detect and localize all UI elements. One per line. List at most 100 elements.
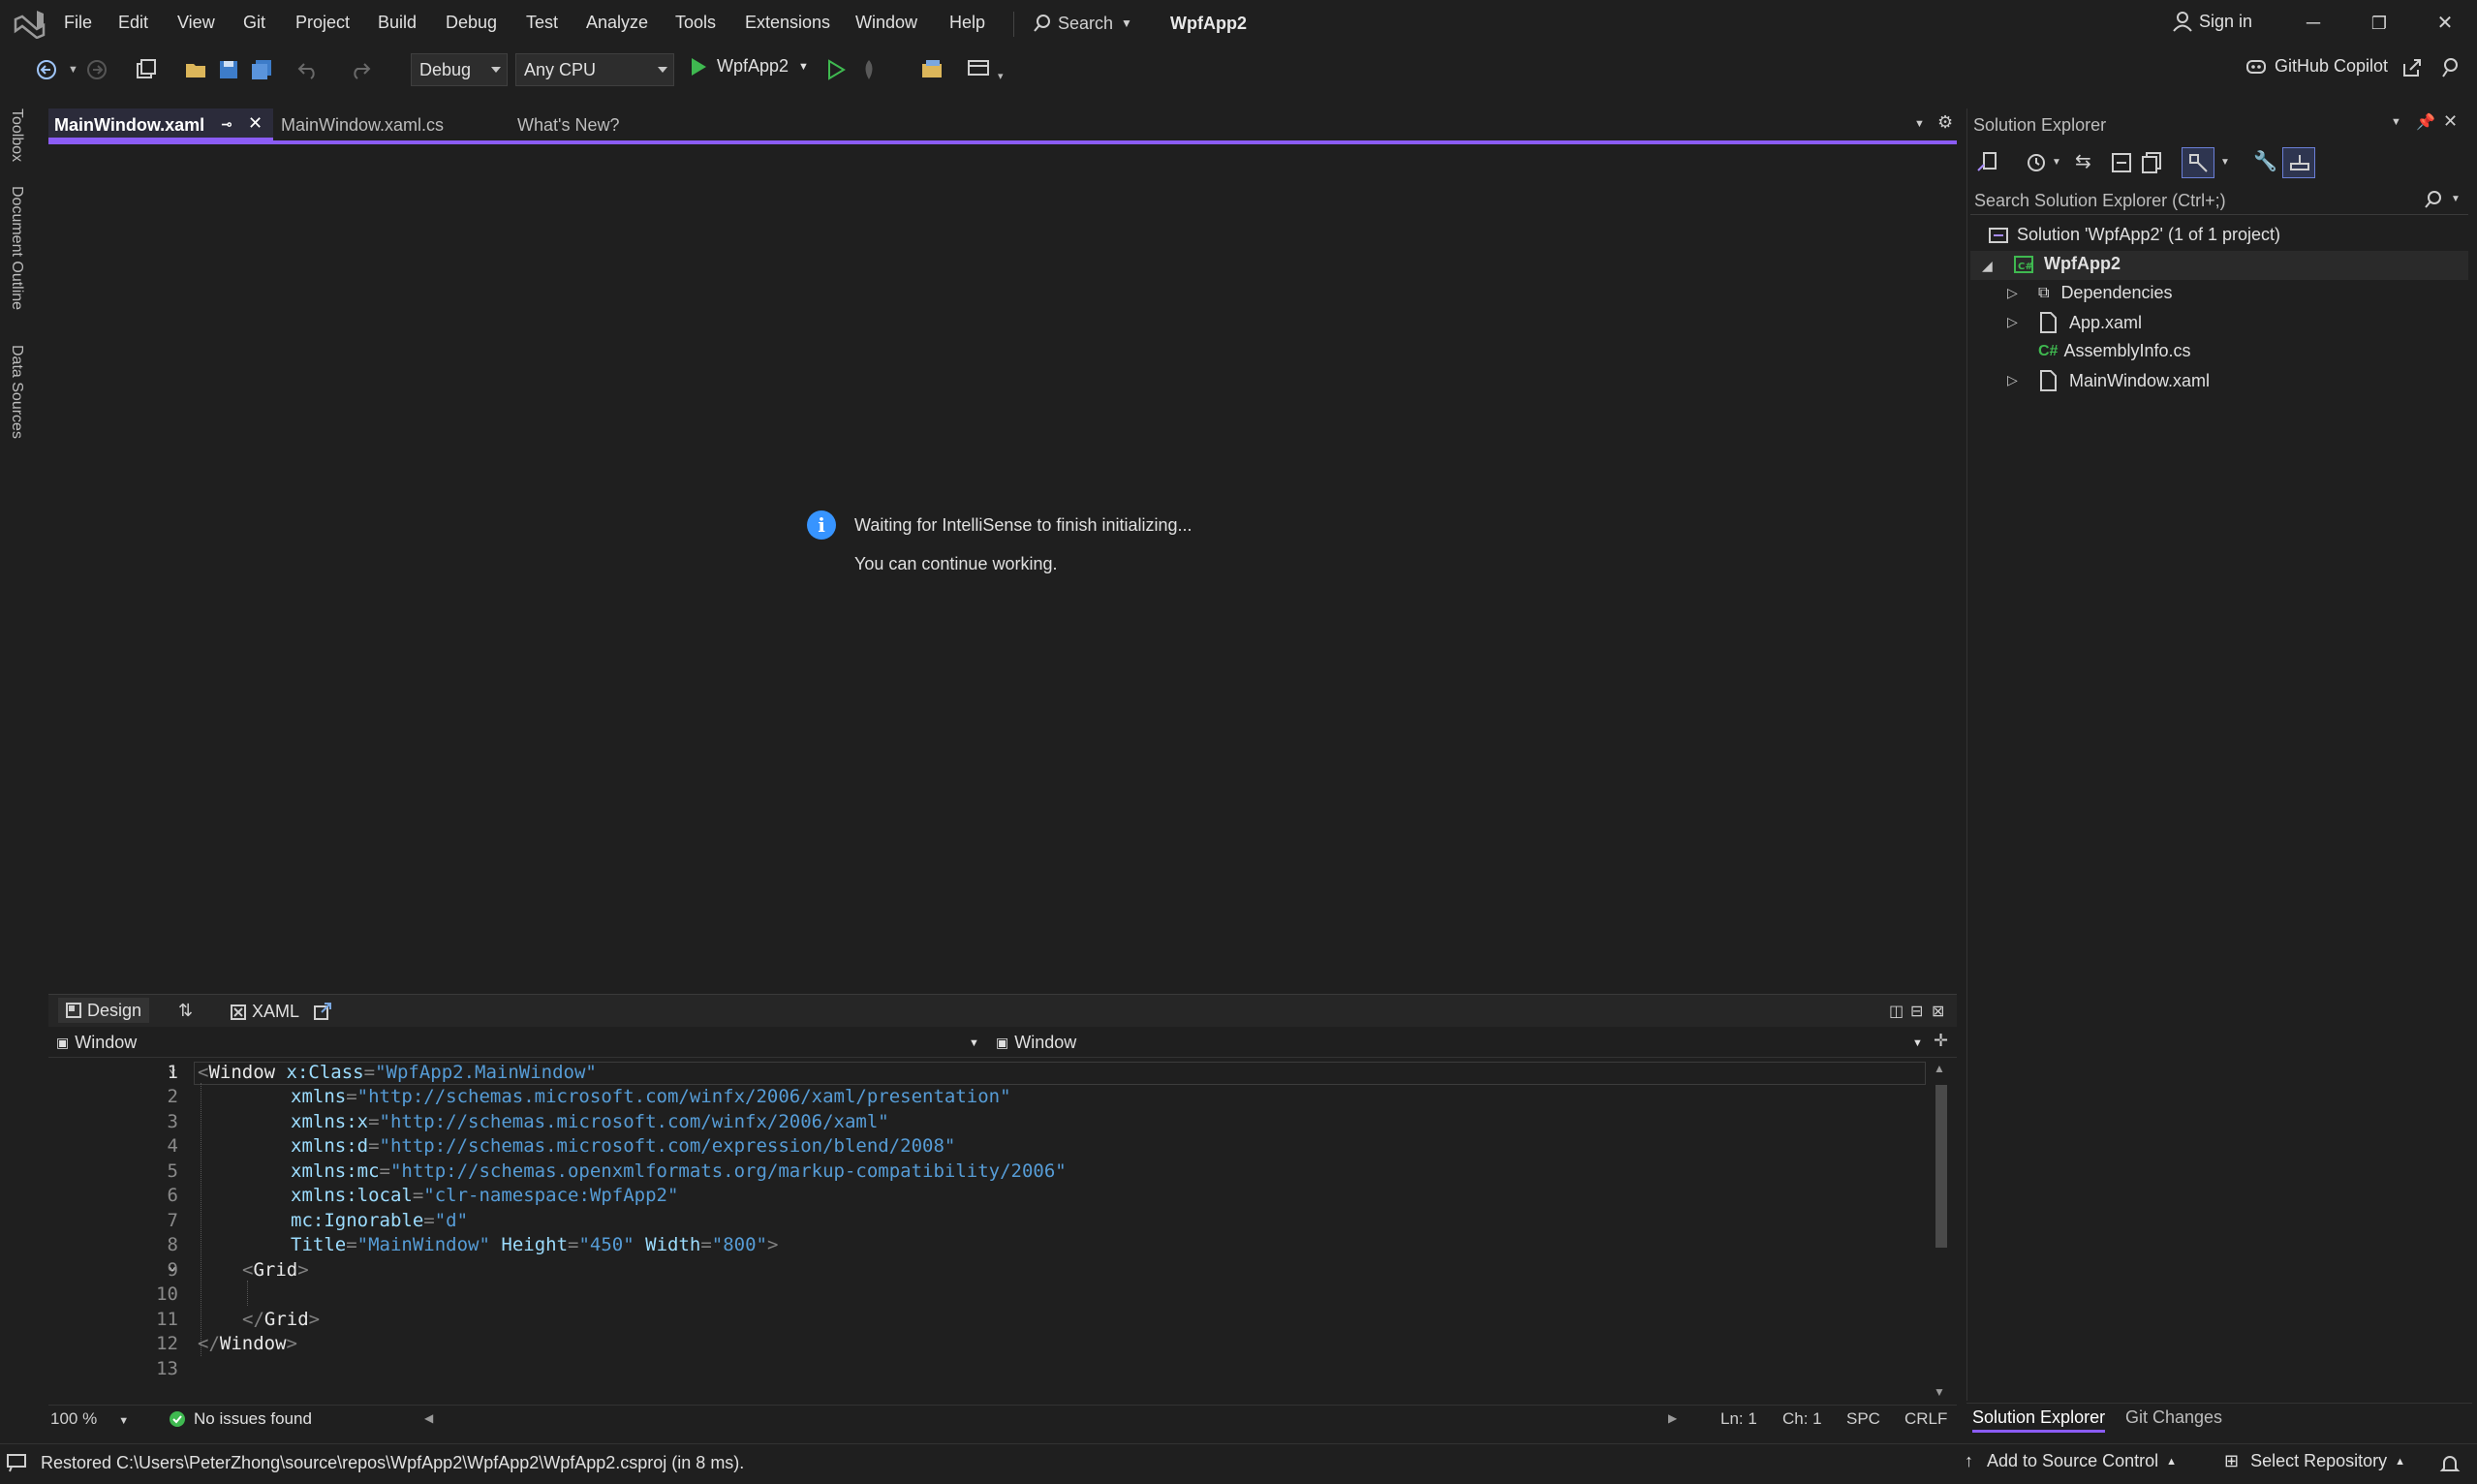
menu-test[interactable]: Test xyxy=(526,13,558,33)
whitespace-indicator[interactable]: SPC xyxy=(1846,1409,1880,1429)
menu-view[interactable]: View xyxy=(177,13,215,33)
tab-mainwindow-xaml[interactable]: MainWindow.xaml ⊸ ✕ xyxy=(48,108,273,141)
tree-item-dependencies[interactable]: ⧉ Dependencies xyxy=(2038,283,2173,303)
collapse-all-icon[interactable] xyxy=(2110,151,2133,174)
solution-platform-select[interactable]: Any CPU xyxy=(515,53,674,86)
notifications-bell-icon[interactable] xyxy=(2439,1453,2461,1474)
menu-project[interactable]: Project xyxy=(295,13,350,33)
solution-configuration-select[interactable]: Debug xyxy=(411,53,508,86)
save-all-icon[interactable] xyxy=(250,58,275,81)
minimize-button[interactable]: ─ xyxy=(2294,8,2333,39)
issues-indicator[interactable]: No issues found xyxy=(169,1409,312,1429)
redo-icon[interactable] xyxy=(347,58,372,81)
menu-git[interactable]: Git xyxy=(243,13,265,33)
chevron-down-icon[interactable]: ▼ xyxy=(2052,157,2061,168)
xaml-code-editor[interactable]: 1 2 3 4 5 6 7 8 9 10 11 12 13 ⌄ ⌄ <Windo… xyxy=(48,1060,1935,1403)
collapsed-arrow-icon[interactable]: ▷ xyxy=(2007,314,2018,330)
add-to-source-control-button[interactable]: ↑ Add to Source Control ▲ xyxy=(1965,1451,2177,1471)
chevron-down-icon[interactable]: ▼ xyxy=(2220,157,2230,168)
menu-tools[interactable]: Tools xyxy=(675,13,716,33)
close-panel-icon[interactable]: ✕ xyxy=(2443,111,2458,132)
tree-item-app-xaml[interactable]: App.xaml xyxy=(2038,312,2142,333)
toolbox-tab[interactable]: Toolbox xyxy=(8,108,25,162)
wrench-icon[interactable]: 🔧 xyxy=(2253,149,2277,173)
scroll-left-icon[interactable]: ◀ xyxy=(424,1411,433,1425)
xaml-view-tab[interactable]: XAML xyxy=(231,1002,299,1022)
pending-changes-filter-icon[interactable] xyxy=(2025,151,2048,174)
tab-solution-explorer[interactable]: Solution Explorer xyxy=(1972,1407,2106,1433)
collapse-region-icon[interactable]: ⌄ xyxy=(169,1259,176,1274)
close-window-button[interactable]: ✕ xyxy=(2426,8,2464,39)
collapse-pane-icon[interactable]: ⊠ xyxy=(1932,1002,1944,1021)
start-debugging-button[interactable]: WpfApp2 ▼ xyxy=(690,56,809,77)
open-folder-icon[interactable] xyxy=(184,58,209,81)
select-repository-button[interactable]: ⊞ Select Repository ▲ xyxy=(2224,1451,2405,1471)
collapsed-arrow-icon[interactable]: ▷ xyxy=(2007,372,2018,388)
menu-help[interactable]: Help xyxy=(949,13,985,33)
pin-icon[interactable]: 📌 xyxy=(2416,112,2435,132)
sign-in-button[interactable]: Sign in xyxy=(2172,11,2252,32)
scroll-right-icon[interactable]: ▶ xyxy=(1668,1411,1677,1425)
tab-list-dropdown-icon[interactable]: ▼ xyxy=(1914,118,1925,130)
gear-icon[interactable]: ⚙ xyxy=(1937,112,1953,133)
document-outline-tab[interactable]: Document Outline xyxy=(8,186,25,310)
search-icon[interactable] xyxy=(2424,190,2443,209)
save-icon[interactable] xyxy=(217,58,242,81)
design-view-tab[interactable]: Design xyxy=(58,998,150,1023)
navigate-back-dropdown-icon[interactable]: ▼ xyxy=(68,64,78,76)
tree-item-assemblyinfo[interactable]: C# AssemblyInfo.cs xyxy=(2038,341,2191,361)
popout-xaml-icon[interactable] xyxy=(314,1003,331,1020)
menu-file[interactable]: File xyxy=(64,13,92,33)
tab-whats-new[interactable]: What's New? xyxy=(511,108,686,141)
tab-git-changes[interactable]: Git Changes xyxy=(2125,1407,2222,1428)
column-indicator[interactable]: Ch: 1 xyxy=(1782,1409,1822,1429)
new-project-icon[interactable] xyxy=(134,58,159,81)
tab-mainwindow-xaml-cs[interactable]: MainWindow.xaml.cs xyxy=(275,108,508,141)
menu-window[interactable]: Window xyxy=(855,13,917,33)
element-scope-dropdown[interactable]: ▣ Window ▼ xyxy=(56,1033,979,1053)
vertical-split-icon[interactable]: ◫ xyxy=(1889,1002,1904,1021)
line-ending-indicator[interactable]: CRLF xyxy=(1904,1409,1947,1429)
swap-panes-icon[interactable]: ⇅ xyxy=(178,1001,193,1021)
menu-extensions[interactable]: Extensions xyxy=(745,13,830,33)
tree-item-project[interactable]: C# WpfApp2 xyxy=(2013,254,2121,274)
pin-icon[interactable]: ⊸ xyxy=(221,116,232,133)
solution-search-input[interactable]: Search Solution Explorer (Ctrl+;) xyxy=(1970,186,2468,215)
panel-options-icon[interactable]: ▼ xyxy=(2391,116,2401,128)
element-member-dropdown[interactable]: ▣ Window ▼ xyxy=(996,1033,1923,1053)
data-sources-tab[interactable]: Data Sources xyxy=(8,345,25,439)
github-copilot-button[interactable]: GitHub Copilot xyxy=(2245,56,2388,77)
line-indicator[interactable]: Ln: 1 xyxy=(1720,1409,1757,1429)
collapse-region-icon[interactable]: ⌄ xyxy=(169,1062,176,1076)
toolbar-overflow-icon[interactable]: ▾ xyxy=(998,70,1004,82)
switch-views-icon[interactable] xyxy=(1976,151,1999,174)
share-icon[interactable] xyxy=(2400,56,2424,79)
search-options-icon[interactable]: ▼ xyxy=(2451,194,2461,204)
zoom-select[interactable]: 100 % ▼ xyxy=(50,1409,129,1429)
menu-analyze[interactable]: Analyze xyxy=(586,13,648,33)
collapsed-arrow-icon[interactable]: ▷ xyxy=(2007,285,2018,301)
scrollbar-thumb[interactable] xyxy=(1935,1085,1947,1248)
tree-item-solution[interactable]: Solution 'WpfApp2' (1 of 1 project) xyxy=(1988,225,2280,245)
undo-icon[interactable] xyxy=(296,58,322,81)
preview-button[interactable] xyxy=(2282,147,2315,178)
scroll-up-icon[interactable]: ▲ xyxy=(1934,1062,1945,1075)
sync-with-document-icon[interactable]: ⇆ xyxy=(2075,149,2091,173)
navigate-back-icon[interactable] xyxy=(35,58,60,81)
close-tab-icon[interactable]: ✕ xyxy=(248,113,263,134)
horizontal-split-icon[interactable]: ⊟ xyxy=(1910,1002,1923,1021)
expanded-arrow-icon[interactable]: ◢ xyxy=(1982,258,1993,274)
menu-edit[interactable]: Edit xyxy=(118,13,148,33)
browse-folder-icon[interactable] xyxy=(920,58,945,81)
start-without-debugging-icon[interactable] xyxy=(823,58,849,81)
menu-build[interactable]: Build xyxy=(378,13,417,33)
tree-item-mainwindow-xaml[interactable]: MainWindow.xaml xyxy=(2038,370,2210,391)
scroll-down-icon[interactable]: ▼ xyxy=(1934,1385,1945,1399)
restore-button[interactable]: ❐ xyxy=(2360,8,2399,39)
show-all-files-icon[interactable] xyxy=(2141,151,2164,174)
feedback-icon[interactable] xyxy=(2439,56,2462,79)
menu-debug[interactable]: Debug xyxy=(446,13,497,33)
window-layout-icon[interactable] xyxy=(967,58,992,81)
search-button[interactable]: Search ▼ xyxy=(1033,11,1132,36)
preview-selected-items-button[interactable] xyxy=(2182,147,2214,178)
